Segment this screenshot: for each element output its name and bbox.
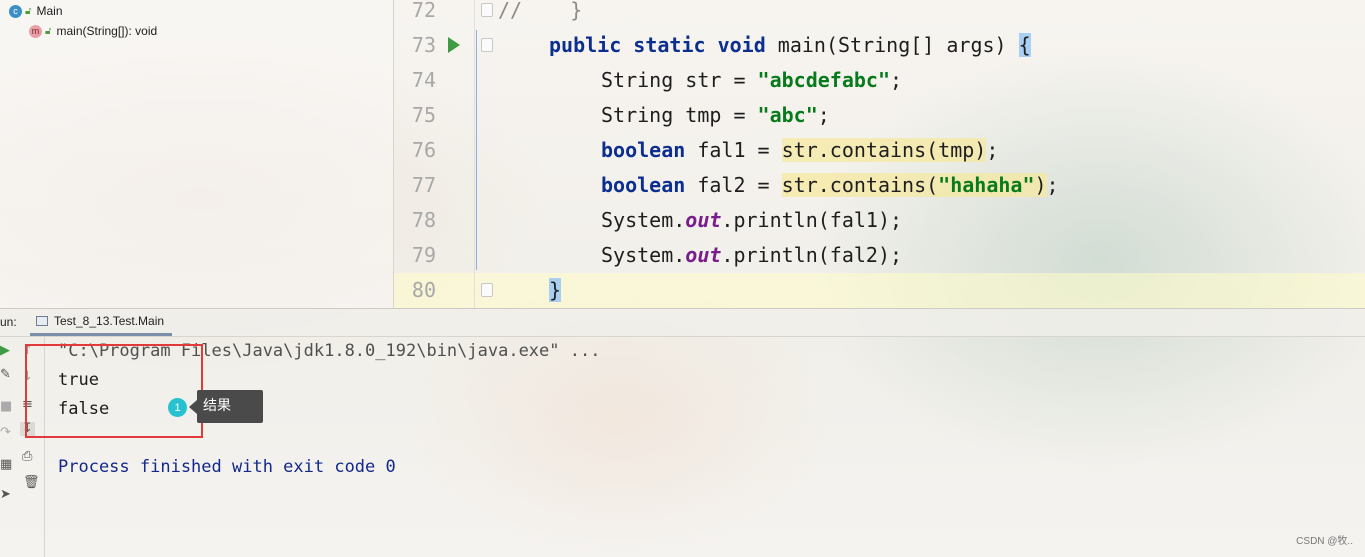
code-line-78: System.out.println(fal1); <box>601 208 903 232</box>
matched-brace: } <box>549 278 562 302</box>
code-line-80: } <box>549 273 562 308</box>
code-line-72: // } <box>498 0 583 22</box>
result-highlight-box <box>25 344 203 438</box>
tab-label: Test_8_13.Test.Main <box>54 314 165 328</box>
run-tool-window-header: un: Test_8_13.Test.Main <box>0 308 1365 337</box>
console-exit-line: Process finished with exit code 0 <box>58 457 396 477</box>
stop-icon[interactable]: ■ <box>0 400 12 414</box>
public-access-icon: 🔓︎ <box>25 5 32 17</box>
tree-item-label: main(String[]): void <box>56 24 158 38</box>
code-text: // } public static void main(String[] ar… <box>394 0 1365 308</box>
annotation-pointer <box>189 400 197 414</box>
watermark: CSDN @牧.. <box>1296 536 1353 547</box>
run-window-label: un: <box>0 315 17 329</box>
tree-item-main-class[interactable]: c 🔓︎ Main <box>9 4 63 18</box>
rerun-icon[interactable]: ▶ <box>0 344 10 358</box>
pin-icon[interactable]: ➤ <box>0 488 11 502</box>
tree-item-main-method[interactable]: m 🔓︎ main(String[]): void <box>29 24 157 38</box>
class-icon: c <box>9 4 22 18</box>
trash-icon[interactable]: 🗑︎ <box>23 476 40 490</box>
tab-run-configuration[interactable]: Test_8_13.Test.Main <box>30 309 173 336</box>
modify-config-icon[interactable]: ✎ <box>0 368 11 382</box>
method-icon: m <box>29 24 42 38</box>
code-line-76: boolean fal1 = str.contains(tmp); <box>601 138 999 162</box>
print-icon[interactable]: ⎙ <box>22 450 32 464</box>
code-editor[interactable]: 72 73 74 75 76 77 78 79 80 // } public s… <box>394 0 1365 308</box>
annotation-badge: 1 <box>168 398 187 417</box>
matched-brace: { <box>1018 33 1031 57</box>
code-line-79: System.out.println(fal2); <box>601 243 903 267</box>
restore-layout-icon[interactable]: ↷ <box>0 426 11 440</box>
public-access-icon: 🔓︎ <box>45 25 52 37</box>
tree-item-label: Main <box>36 4 63 18</box>
code-line-74: String str = "abcdefabc"; <box>601 68 903 92</box>
code-line-77: boolean fal2 = str.contains("hahaha"); <box>601 173 1059 197</box>
annotation-label: 结果 <box>197 390 263 423</box>
layout-icon[interactable]: ▦ <box>0 458 12 472</box>
console-output[interactable]: "C:\Program Files\Java\jdk1.8.0_192\bin\… <box>44 336 1365 557</box>
code-line-75: String tmp = "abc"; <box>601 103 830 127</box>
structure-panel: c 🔓︎ Main m 🔓︎ main(String[]): void <box>0 0 394 308</box>
console-tab-icon <box>36 316 48 326</box>
code-line-73: public static void main(String[] args) { <box>549 33 1031 57</box>
